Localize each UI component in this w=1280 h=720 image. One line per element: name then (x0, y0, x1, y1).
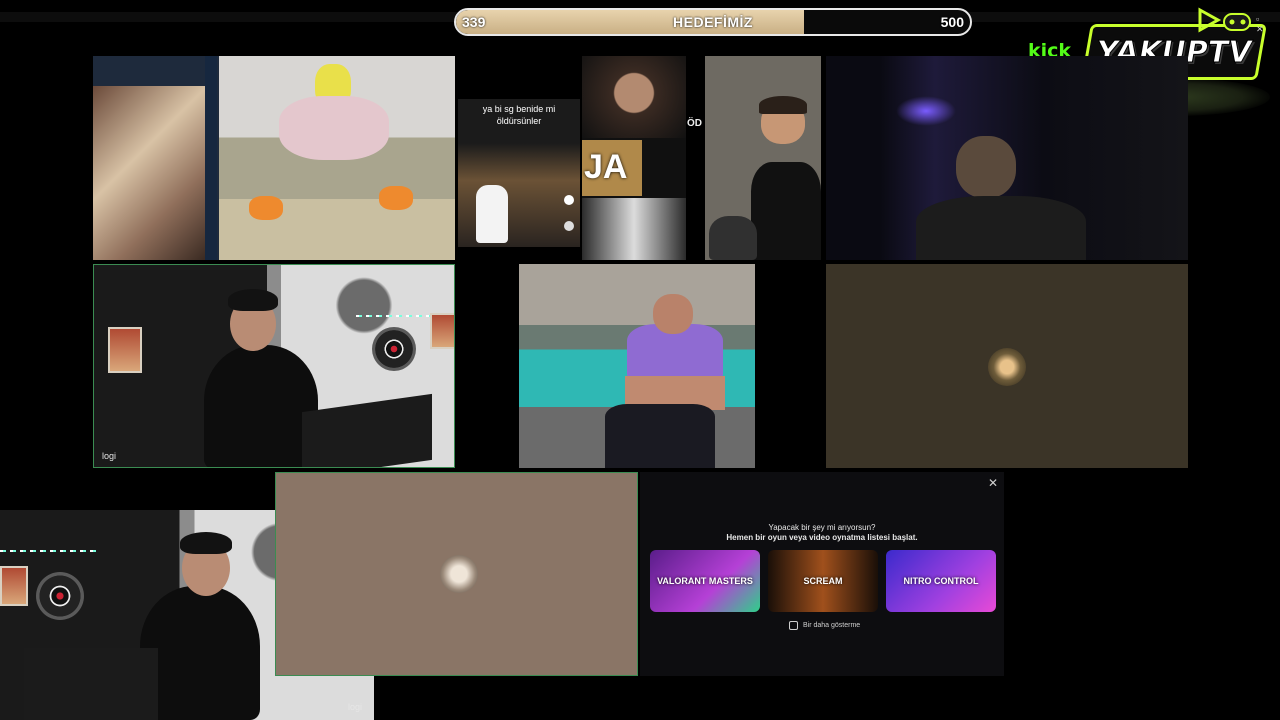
monitor (24, 648, 158, 720)
meme-group-image (582, 198, 686, 260)
goal-progress-bar: 339 HEDEFİMİZ 500 (454, 8, 972, 36)
dartboard (372, 327, 416, 371)
streamer-cam-tile[interactable]: logi (93, 264, 455, 468)
cam-brand-label: logi (347, 702, 362, 712)
tiktok-caption-line1: ya bi sg benide mi (482, 104, 556, 114)
participant-tile-camera-off[interactable] (826, 264, 1188, 468)
goal-max-value: 500 (940, 14, 964, 30)
portrait-poster (108, 327, 142, 373)
streamer-body (204, 345, 318, 467)
person-figure (476, 185, 508, 243)
activity-title: Yapacak bir şey mi arıyorsun? (768, 523, 876, 532)
purple-light (896, 96, 956, 126)
window-controls[interactable]: ▫ ✕ (1256, 14, 1280, 35)
cam-brand-label: logi (102, 451, 117, 461)
monitor (302, 393, 432, 467)
activity-card-label: VALORANT MASTERS (657, 576, 753, 586)
tiktok-video-tile[interactable]: ya bi sg benide mi öldürsünler (458, 99, 580, 247)
participant-avatar (988, 348, 1026, 386)
participant-tile-camera-off-2[interactable] (275, 472, 638, 676)
heart-icon[interactable] (564, 195, 574, 205)
activity-card-label: NITRO CONTROL (903, 576, 979, 586)
participant-avatar (440, 555, 478, 593)
gamepad-play-icon (1198, 7, 1251, 33)
activity-launcher-panel: ✕ Yapacak bir şey mi arıyorsun? Hemen bi… (640, 472, 1004, 676)
video-tile-cook[interactable] (705, 56, 821, 260)
goal-title: HEDEFİMİZ (673, 14, 753, 30)
video-tile-food[interactable] (93, 56, 455, 260)
meme-collage-tile[interactable]: JA (582, 56, 686, 260)
soup-pot-image (219, 56, 455, 260)
meme-ja-text: JA (584, 148, 628, 186)
dont-show-again-label: Bir daha gösterme (803, 622, 861, 629)
roast-dish-image (93, 86, 205, 260)
activity-subtitle: Hemen bir oyun veya video oynatma listes… (726, 533, 918, 542)
meme-face-image (582, 56, 686, 138)
activity-card-nitro-control[interactable]: NITRO CONTROL (886, 550, 996, 612)
comment-icon[interactable] (564, 221, 574, 231)
video-tile-dark-room[interactable] (826, 56, 1188, 260)
close-icon[interactable]: ✕ (988, 476, 998, 490)
streamer-body (140, 586, 260, 720)
photo-tile-fountain[interactable] (519, 264, 755, 468)
dont-show-again-checkbox[interactable] (789, 621, 798, 630)
tiktok-caption-line2: öldürsünler (496, 116, 542, 126)
activity-card-label: SCREAM (803, 576, 843, 586)
meme-od-text: ÖD (687, 118, 702, 129)
activity-card-scream[interactable]: SCREAM (768, 550, 878, 612)
activity-card-valorant[interactable]: VALORANT MASTERS (650, 550, 760, 612)
